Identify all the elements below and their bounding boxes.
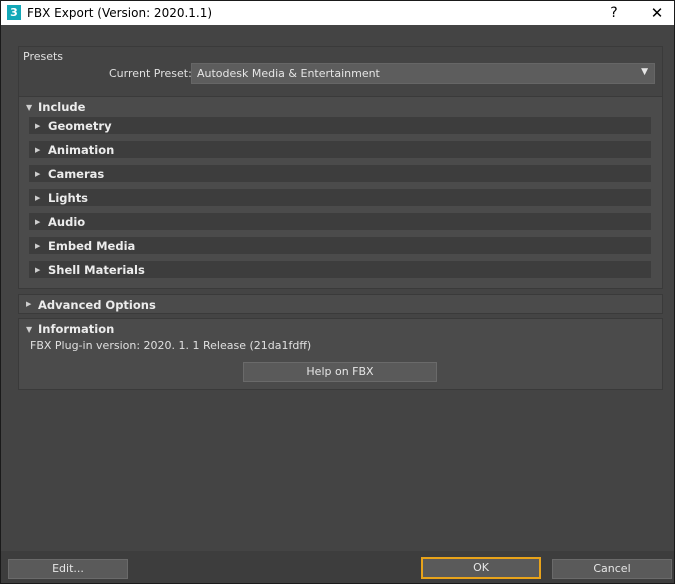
current-preset-label: Current Preset: (109, 67, 192, 80)
subsection-shell-materials[interactable]: ▶ Shell Materials (29, 261, 651, 278)
help-on-fbx-button[interactable]: Help on FBX (243, 362, 437, 382)
presets-title: Presets (23, 50, 64, 63)
subsection-audio[interactable]: ▶ Audio (29, 213, 651, 230)
subsection-animation[interactable]: ▶ Animation (29, 141, 651, 158)
subsection-embed-media[interactable]: ▶ Embed Media (29, 237, 651, 254)
expanded-triangle-icon: ▼ (26, 325, 33, 334)
information-header[interactable]: ▼ Information (19, 319, 662, 339)
chevron-down-icon: ▼ (641, 67, 648, 77)
include-header[interactable]: ▼ Include (19, 97, 662, 117)
current-preset-value: Autodesk Media & Entertainment (197, 67, 380, 80)
information-label: Information (38, 322, 115, 336)
subsection-lights[interactable]: ▶ Lights (29, 189, 651, 206)
collapsed-triangle-icon: ▶ (35, 218, 41, 226)
subsection-label: Shell Materials (48, 263, 145, 277)
include-section: ▼ Include ▶ Geometry ▶ Animation ▶ Camer… (18, 96, 663, 289)
advanced-options-section[interactable]: ▶ Advanced Options (18, 294, 663, 314)
cancel-button[interactable]: Cancel (552, 559, 672, 579)
plugin-version-text: FBX Plug-in version: 2020. 1. 1 Release … (30, 339, 312, 352)
subsection-label: Embed Media (48, 239, 136, 253)
subsection-label: Geometry (48, 119, 112, 133)
collapsed-triangle-icon: ▶ (35, 170, 41, 178)
collapsed-triangle-icon: ▶ (35, 146, 41, 154)
edit-button[interactable]: Edit... (8, 559, 128, 579)
subsection-label: Cameras (48, 167, 105, 181)
fbx-export-dialog: 3 FBX Export (Version: 2020.1.1) ? ✕ Pre… (0, 0, 675, 584)
subsection-cameras[interactable]: ▶ Cameras (29, 165, 651, 182)
ok-button[interactable]: OK (421, 557, 541, 579)
subsection-geometry[interactable]: ▶ Geometry (29, 117, 651, 134)
title-bar[interactable]: 3 FBX Export (Version: 2020.1.1) ? ✕ (1, 1, 674, 25)
advanced-options-label: Advanced Options (38, 298, 156, 312)
expanded-triangle-icon: ▼ (26, 103, 33, 112)
collapsed-triangle-icon: ▶ (35, 194, 41, 202)
current-preset-dropdown[interactable]: Autodesk Media & Entertainment ▼ (191, 63, 655, 84)
collapsed-triangle-icon: ▶ (35, 266, 41, 274)
advanced-options-header[interactable]: ▶ Advanced Options (19, 295, 662, 315)
subsection-label: Animation (48, 143, 115, 157)
app-icon: 3 (7, 5, 21, 20)
help-icon[interactable]: ? (599, 3, 629, 23)
include-label: Include (38, 100, 86, 114)
button-bar: Edit... OK Cancel (1, 551, 674, 583)
subsection-label: Lights (48, 191, 89, 205)
close-icon[interactable]: ✕ (642, 3, 672, 23)
collapsed-triangle-icon: ▶ (35, 122, 41, 130)
subsection-label: Audio (48, 215, 86, 229)
information-section: ▼ Information FBX Plug-in version: 2020.… (18, 318, 663, 390)
window-title: FBX Export (Version: 2020.1.1) (27, 6, 213, 20)
collapsed-triangle-icon: ▶ (26, 300, 32, 308)
collapsed-triangle-icon: ▶ (35, 242, 41, 250)
dialog-content: Presets Current Preset: Autodesk Media &… (1, 25, 674, 583)
